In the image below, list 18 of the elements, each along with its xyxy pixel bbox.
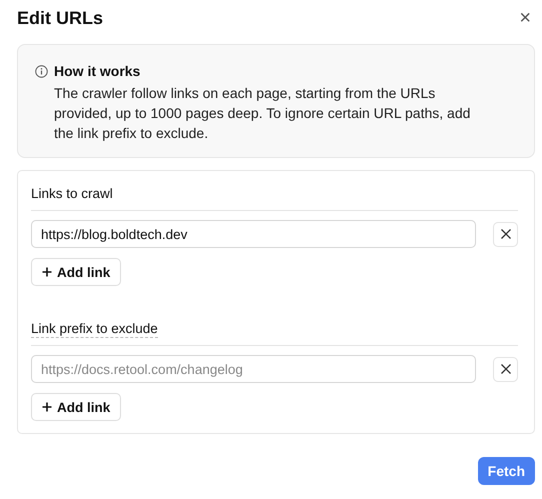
info-icon bbox=[35, 65, 48, 78]
section-label: Link prefix to exclude bbox=[31, 321, 158, 338]
add-link-button[interactable]: Add link bbox=[31, 393, 122, 421]
info-title: How it works bbox=[54, 63, 142, 79]
close-icon bbox=[500, 363, 512, 375]
close-icon bbox=[500, 228, 512, 240]
plus-icon bbox=[42, 402, 52, 412]
close-button[interactable]: × bbox=[515, 8, 535, 28]
fetch-button[interactable]: Fetch bbox=[478, 457, 535, 485]
info-text: The crawler follow links on each page, starting from the URLs provided, up to 1000 pages deep. To ignore certain URL paths, add the link prefix to exclude. bbox=[54, 84, 472, 143]
section-label: Links to crawl bbox=[31, 186, 113, 201]
url-field[interactable]: https://blog.boldtech.dev bbox=[31, 220, 476, 248]
remove-button[interactable] bbox=[493, 222, 518, 246]
dialog-title: Edit URLs bbox=[17, 8, 104, 28]
plus-icon bbox=[42, 267, 52, 277]
remove-button[interactable] bbox=[493, 356, 518, 382]
add-link-button[interactable]: Add link bbox=[31, 258, 122, 286]
url-field[interactable]: https://docs.retool.com/changelog bbox=[31, 355, 476, 383]
